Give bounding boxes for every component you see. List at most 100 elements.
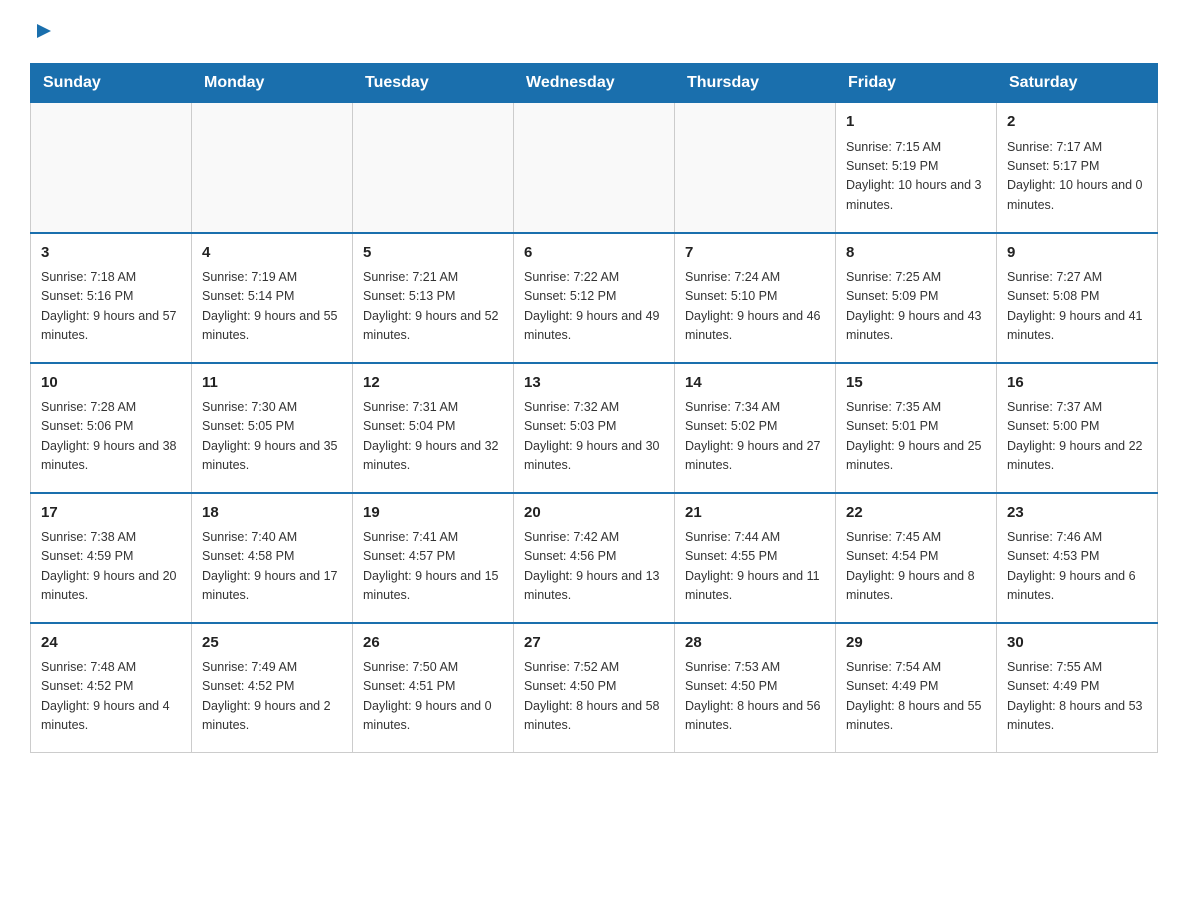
weekday-header-thursday: Thursday <box>675 64 836 103</box>
day-number: 28 <box>685 632 825 655</box>
day-number: 21 <box>685 502 825 525</box>
day-info: Sunrise: 7:37 AM Sunset: 5:00 PM Dayligh… <box>1007 398 1147 476</box>
day-info: Sunrise: 7:27 AM Sunset: 5:08 PM Dayligh… <box>1007 268 1147 346</box>
day-info: Sunrise: 7:35 AM Sunset: 5:01 PM Dayligh… <box>846 398 986 476</box>
calendar-day: 18Sunrise: 7:40 AM Sunset: 4:58 PM Dayli… <box>192 493 353 623</box>
day-number: 3 <box>41 242 181 265</box>
calendar-day <box>192 103 353 233</box>
calendar-day: 14 Sunrise: 7:34 AM Sunset: 5:02 PM Dayli… <box>675 363 836 493</box>
calendar-day <box>353 103 514 233</box>
day-info: Sunrise: 7:28 AM Sunset: 5:06 PM Dayligh… <box>41 398 181 476</box>
day-info: Sunrise: 7:44 AM Sunset: 4:55 PM Dayligh… <box>685 528 825 606</box>
calendar-day: 22 Sunrise: 7:45 AM Sunset: 4:54 PM Dayli… <box>836 493 997 623</box>
day-number: 22 <box>846 502 986 525</box>
day-info: Sunrise: 7:52 AM Sunset: 4:50 PM Dayligh… <box>524 658 664 736</box>
calendar-day: 13 Sunrise: 7:32 AM Sunset: 5:03 PM Dayli… <box>514 363 675 493</box>
weekday-header-sunday: Sunday <box>31 64 192 103</box>
day-number: 27 <box>524 632 664 655</box>
day-number: 30 <box>1007 632 1147 655</box>
day-info: Sunrise: 7:55 AM Sunset: 4:49 PM Dayligh… <box>1007 658 1147 736</box>
day-number: 16 <box>1007 372 1147 395</box>
day-info: Sunrise: 7:53 AM Sunset: 4:50 PM Dayligh… <box>685 658 825 736</box>
day-number: 19 <box>363 502 503 525</box>
day-number: 6 <box>524 242 664 265</box>
calendar-day: 12 Sunrise: 7:31 AM Sunset: 5:04 PM Dayli… <box>353 363 514 493</box>
day-info: Sunrise: 7:17 AM Sunset: 5:17 PM Dayligh… <box>1007 138 1147 216</box>
calendar-day: 26 Sunrise: 7:50 AM Sunset: 4:51 PM Dayli… <box>353 623 514 753</box>
day-info: Sunrise: 7:49 AM Sunset: 4:52 PM Dayligh… <box>202 658 342 736</box>
day-info: Sunrise: 7:31 AM Sunset: 5:04 PM Dayligh… <box>363 398 503 476</box>
weekday-header-wednesday: Wednesday <box>514 64 675 103</box>
weekday-header-row: SundayMondayTuesdayWednesdayThursdayFrid… <box>31 64 1158 103</box>
day-info: Sunrise: 7:22 AM Sunset: 5:12 PM Dayligh… <box>524 268 664 346</box>
week-row-5: 24Sunrise: 7:48 AM Sunset: 4:52 PM Dayli… <box>31 623 1158 753</box>
day-number: 18 <box>202 502 342 525</box>
calendar-day <box>514 103 675 233</box>
calendar-day: 20 Sunrise: 7:42 AM Sunset: 4:56 PM Dayli… <box>514 493 675 623</box>
weekday-header-saturday: Saturday <box>997 64 1158 103</box>
logo <box>30 20 55 43</box>
calendar-day <box>675 103 836 233</box>
day-info: Sunrise: 7:30 AM Sunset: 5:05 PM Dayligh… <box>202 398 342 476</box>
day-number: 17 <box>41 502 181 525</box>
day-number: 5 <box>363 242 503 265</box>
day-info: Sunrise: 7:15 AM Sunset: 5:19 PM Dayligh… <box>846 138 986 216</box>
calendar-day: 15 Sunrise: 7:35 AM Sunset: 5:01 PM Dayli… <box>836 363 997 493</box>
weekday-header-tuesday: Tuesday <box>353 64 514 103</box>
day-info: Sunrise: 7:45 AM Sunset: 4:54 PM Dayligh… <box>846 528 986 606</box>
calendar-day: 17 Sunrise: 7:38 AM Sunset: 4:59 PM Dayli… <box>31 493 192 623</box>
calendar-day: 7 Sunrise: 7:24 AM Sunset: 5:10 PM Daylig… <box>675 233 836 363</box>
day-number: 9 <box>1007 242 1147 265</box>
day-info: Sunrise: 7:25 AM Sunset: 5:09 PM Dayligh… <box>846 268 986 346</box>
calendar-day: 4Sunrise: 7:19 AM Sunset: 5:14 PM Daylig… <box>192 233 353 363</box>
calendar-day: 5 Sunrise: 7:21 AM Sunset: 5:13 PM Daylig… <box>353 233 514 363</box>
day-number: 10 <box>41 372 181 395</box>
calendar-day: 9 Sunrise: 7:27 AM Sunset: 5:08 PM Daylig… <box>997 233 1158 363</box>
day-number: 14 <box>685 372 825 395</box>
day-number: 11 <box>202 372 342 395</box>
calendar-day: 24Sunrise: 7:48 AM Sunset: 4:52 PM Dayli… <box>31 623 192 753</box>
calendar-day: 25 Sunrise: 7:49 AM Sunset: 4:52 PM Dayli… <box>192 623 353 753</box>
day-info: Sunrise: 7:50 AM Sunset: 4:51 PM Dayligh… <box>363 658 503 736</box>
day-number: 24 <box>41 632 181 655</box>
day-info: Sunrise: 7:42 AM Sunset: 4:56 PM Dayligh… <box>524 528 664 606</box>
calendar-day: 29Sunrise: 7:54 AM Sunset: 4:49 PM Dayli… <box>836 623 997 753</box>
day-info: Sunrise: 7:38 AM Sunset: 4:59 PM Dayligh… <box>41 528 181 606</box>
weekday-header-friday: Friday <box>836 64 997 103</box>
day-info: Sunrise: 7:34 AM Sunset: 5:02 PM Dayligh… <box>685 398 825 476</box>
calendar-day: 19 Sunrise: 7:41 AM Sunset: 4:57 PM Dayli… <box>353 493 514 623</box>
calendar-day: 8 Sunrise: 7:25 AM Sunset: 5:09 PM Daylig… <box>836 233 997 363</box>
day-info: Sunrise: 7:46 AM Sunset: 4:53 PM Dayligh… <box>1007 528 1147 606</box>
day-info: Sunrise: 7:19 AM Sunset: 5:14 PM Dayligh… <box>202 268 342 346</box>
day-info: Sunrise: 7:32 AM Sunset: 5:03 PM Dayligh… <box>524 398 664 476</box>
day-info: Sunrise: 7:24 AM Sunset: 5:10 PM Dayligh… <box>685 268 825 346</box>
calendar-table: SundayMondayTuesdayWednesdayThursdayFrid… <box>30 63 1158 753</box>
day-number: 15 <box>846 372 986 395</box>
page-header <box>30 20 1158 43</box>
calendar-day: 10 Sunrise: 7:28 AM Sunset: 5:06 PM Dayli… <box>31 363 192 493</box>
calendar-day <box>31 103 192 233</box>
day-number: 2 <box>1007 111 1147 134</box>
week-row-3: 10 Sunrise: 7:28 AM Sunset: 5:06 PM Dayli… <box>31 363 1158 493</box>
day-number: 25 <box>202 632 342 655</box>
calendar-day: 11 Sunrise: 7:30 AM Sunset: 5:05 PM Dayli… <box>192 363 353 493</box>
day-info: Sunrise: 7:41 AM Sunset: 4:57 PM Dayligh… <box>363 528 503 606</box>
week-row-1: 1Sunrise: 7:15 AM Sunset: 5:19 PM Daylig… <box>31 103 1158 233</box>
day-info: Sunrise: 7:18 AM Sunset: 5:16 PM Dayligh… <box>41 268 181 346</box>
day-number: 7 <box>685 242 825 265</box>
day-info: Sunrise: 7:21 AM Sunset: 5:13 PM Dayligh… <box>363 268 503 346</box>
day-number: 29 <box>846 632 986 655</box>
day-number: 12 <box>363 372 503 395</box>
calendar-day: 23 Sunrise: 7:46 AM Sunset: 4:53 PM Dayli… <box>997 493 1158 623</box>
day-number: 26 <box>363 632 503 655</box>
calendar-day: 16 Sunrise: 7:37 AM Sunset: 5:00 PM Dayli… <box>997 363 1158 493</box>
day-number: 20 <box>524 502 664 525</box>
logo-arrow-icon <box>33 20 55 47</box>
weekday-header-monday: Monday <box>192 64 353 103</box>
calendar-day: 28 Sunrise: 7:53 AM Sunset: 4:50 PM Dayli… <box>675 623 836 753</box>
day-number: 8 <box>846 242 986 265</box>
week-row-4: 17 Sunrise: 7:38 AM Sunset: 4:59 PM Dayli… <box>31 493 1158 623</box>
day-number: 23 <box>1007 502 1147 525</box>
calendar-day: 21 Sunrise: 7:44 AM Sunset: 4:55 PM Dayli… <box>675 493 836 623</box>
day-number: 13 <box>524 372 664 395</box>
